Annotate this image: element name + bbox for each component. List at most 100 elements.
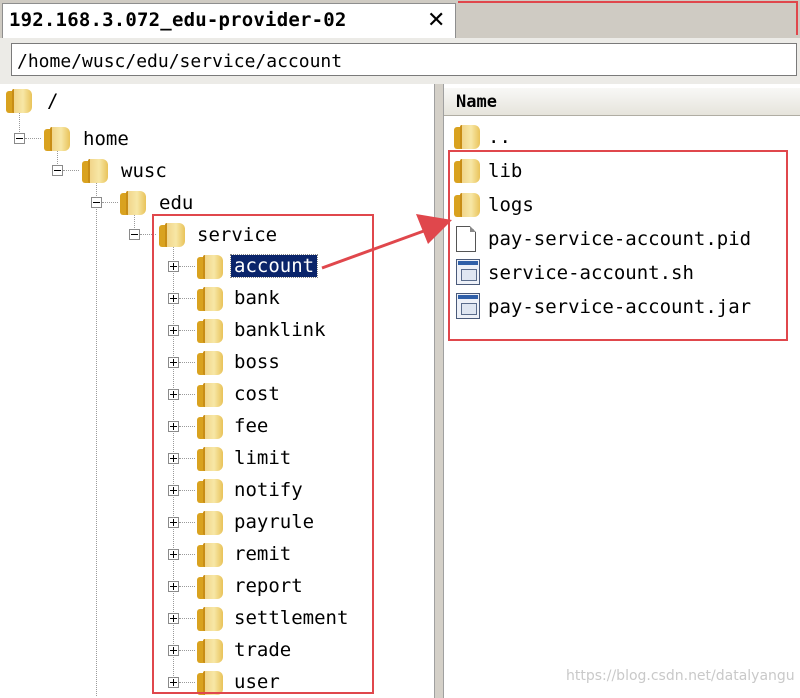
expand-icon[interactable] [168,389,179,400]
tree-node-label: remit [234,543,292,565]
tree-node-trade[interactable]: trade [0,634,434,666]
tree-guide-line [179,490,195,491]
folder-icon [195,668,223,696]
tree-guide-line [179,394,195,395]
collapse-icon[interactable] [129,229,140,240]
file-icon [456,226,476,252]
tree-node-account[interactable]: account [0,250,434,282]
expand-icon[interactable] [168,485,179,496]
folder-icon [195,380,223,408]
folder-icon [195,412,223,440]
tree-node-wusc[interactable]: wusc [0,154,434,186]
collapse-icon[interactable] [14,133,25,144]
list-item-lib[interactable]: lib [444,154,800,188]
close-icon[interactable]: ✕ [427,10,445,32]
tree-guide-line [179,586,195,587]
tree-node-label: boss [234,351,280,373]
path-input[interactable] [11,43,797,76]
tree-node-label: home [83,128,129,150]
expand-icon[interactable] [168,453,179,464]
tree-node-label: report [234,575,303,597]
pane-splitter[interactable] [434,84,444,698]
tree-node-label: edu [159,192,194,214]
folder-icon [452,156,480,184]
tree-guide-line [102,202,118,203]
tree-node-payrule[interactable]: payrule [0,506,434,538]
folder-icon [4,86,32,114]
tree-guide-line [179,362,195,363]
list-item-label: pay-service-account.jar [488,296,752,318]
folder-icon [195,508,223,536]
tree-guide-line [140,234,156,235]
tree-node-label: settlement [234,607,349,629]
tree-node-label: fee [234,415,269,437]
tree-node-root[interactable]: / [0,84,434,116]
column-header-name[interactable]: Name [456,92,497,112]
expand-icon[interactable] [168,645,179,656]
tree-guide-line [179,618,195,619]
script-icon [456,259,480,285]
tree-guide-line [179,426,195,427]
tree-guide-line [179,330,195,331]
watermark: https://blog.csdn.net/datalyangu [566,668,795,684]
tree-node-label: / [47,90,59,112]
expand-icon[interactable] [168,581,179,592]
tree-node-limit[interactable]: limit [0,442,434,474]
list-item-sh[interactable]: service-account.sh [444,256,800,290]
tree-node-label: cost [234,383,280,405]
tree-node-banklink[interactable]: banklink [0,314,434,346]
path-bar [0,38,800,84]
folder-icon [195,572,223,600]
folder-icon [157,220,185,248]
tree-node-report[interactable]: report [0,570,434,602]
tree-guide-line [179,458,195,459]
expand-icon[interactable] [168,517,179,528]
tree-node-label: wusc [121,160,167,182]
expand-icon[interactable] [168,325,179,336]
list-item-parent[interactable]: .. [444,120,800,154]
tree-node-service[interactable]: service [0,218,434,250]
folder-icon [195,604,223,632]
list-item-jar[interactable]: pay-service-account.jar [444,290,800,324]
tree-node-boss[interactable]: boss [0,346,434,378]
folder-icon [195,540,223,568]
expand-icon[interactable] [168,357,179,368]
tree-guide-line [25,138,41,139]
tree-node-label: bank [234,287,280,309]
expand-icon[interactable] [168,421,179,432]
folder-icon [195,348,223,376]
tree-node-user[interactable]: user [0,666,434,698]
list-item-pid[interactable]: pay-service-account.pid [444,222,800,256]
tree-guide-line [179,298,195,299]
expand-icon[interactable] [168,293,179,304]
tree-guide-line [63,170,79,171]
tree-node-edu[interactable]: edu [0,186,434,218]
folder-icon [195,284,223,312]
tree-node-notify[interactable]: notify [0,474,434,506]
folder-icon [452,122,480,150]
directory-tree: / home wusc edu service account bank ban… [0,84,434,698]
tree-node-cost[interactable]: cost [0,378,434,410]
list-item-label: .. [488,126,511,148]
folder-icon [118,188,146,216]
folder-icon [195,316,223,344]
tree-node-settlement[interactable]: settlement [0,602,434,634]
tree-node-remit[interactable]: remit [0,538,434,570]
expand-icon[interactable] [168,613,179,624]
expand-icon[interactable] [168,261,179,272]
expand-icon[interactable] [168,677,179,688]
tree-node-label: banklink [234,319,326,341]
list-item-label: pay-service-account.pid [488,228,752,250]
collapse-icon[interactable] [52,165,63,176]
session-tab[interactable]: 192.168.3.072_edu-provider-02 ✕ [2,3,456,38]
tree-node-label: notify [234,479,303,501]
folder-icon [195,476,223,504]
collapse-icon[interactable] [91,197,102,208]
tree-node-fee[interactable]: fee [0,410,434,442]
folder-icon [452,190,480,218]
expand-icon[interactable] [168,549,179,560]
tree-node-bank[interactable]: bank [0,282,434,314]
list-item-logs[interactable]: logs [444,188,800,222]
tree-node-label: payrule [234,511,315,533]
tree-node-home[interactable]: home [0,122,434,154]
